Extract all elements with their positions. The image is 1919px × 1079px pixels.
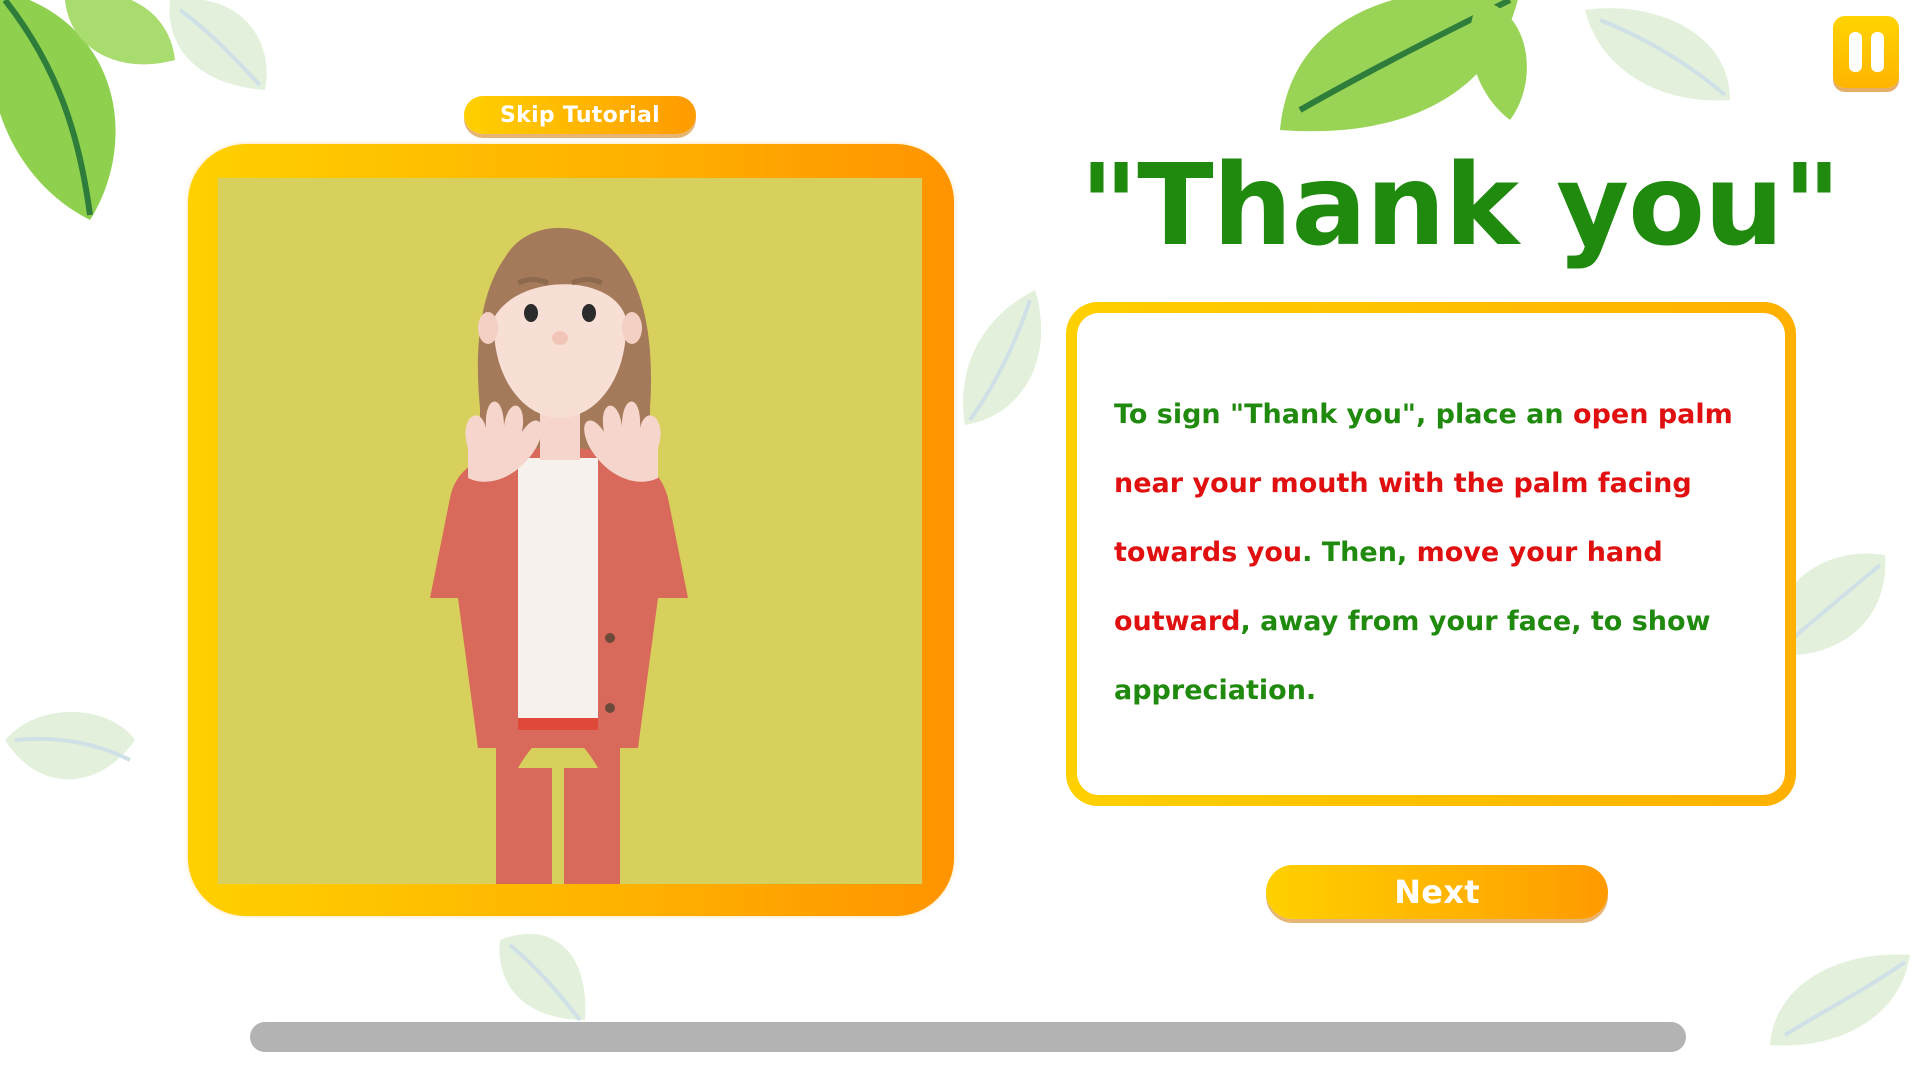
leaf-icon bbox=[963, 290, 1042, 425]
next-button[interactable]: Next bbox=[1266, 865, 1608, 919]
skip-tutorial-button[interactable]: Skip Tutorial bbox=[464, 96, 696, 134]
leaf-icon bbox=[5, 711, 135, 780]
leaf-icon bbox=[1585, 8, 1730, 101]
pause-button[interactable] bbox=[1833, 16, 1899, 88]
description-segment: To sign "Thank you", place an bbox=[1114, 399, 1574, 430]
sign-word-title: "Thank you" bbox=[1079, 141, 1841, 271]
leaf-icon bbox=[169, 0, 267, 90]
leaf-icon bbox=[499, 933, 586, 1022]
leaf-icon bbox=[1770, 954, 1910, 1046]
avatar-figure bbox=[430, 228, 688, 884]
description-segment: . Then, bbox=[1302, 537, 1417, 568]
pause-icon bbox=[1870, 32, 1884, 72]
leaf-icon bbox=[1470, 0, 1527, 120]
pause-icon bbox=[1848, 32, 1862, 72]
description-text: To sign "Thank you", place an open palm … bbox=[1114, 380, 1774, 725]
sign-video[interactable] bbox=[218, 178, 922, 884]
progress-bar bbox=[250, 1022, 1686, 1052]
